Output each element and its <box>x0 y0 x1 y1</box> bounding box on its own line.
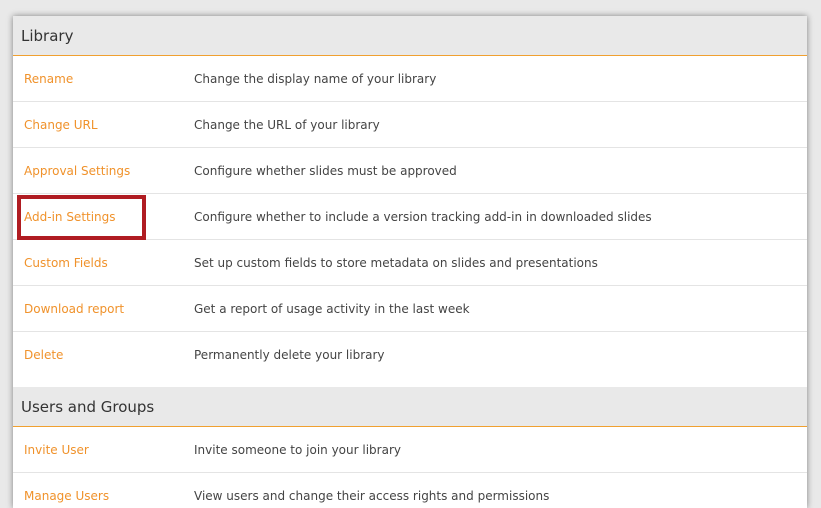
delete-description: Permanently delete your library <box>194 348 385 362</box>
settings-row-approval-settings: Approval Settings Configure whether slid… <box>13 148 807 194</box>
settings-row-manage-users: Manage Users View users and change their… <box>13 473 807 508</box>
section-header-library: Library <box>13 16 807 56</box>
delete-link[interactable]: Delete <box>13 348 194 362</box>
custom-fields-description: Set up custom fields to store metadata o… <box>194 255 598 270</box>
section-header-users-groups: Users and Groups <box>13 387 807 427</box>
section-title-library: Library <box>21 26 74 45</box>
section-title-users-groups: Users and Groups <box>21 397 155 416</box>
invite-user-description: Invite someone to join your library <box>194 442 401 457</box>
settings-row-rename: Rename Change the display name of your l… <box>13 56 807 102</box>
manage-users-link[interactable]: Manage Users <box>13 489 194 503</box>
screenshot-frame: Library Rename Change the display name o… <box>0 0 821 508</box>
download-report-description: Get a report of usage activity in the la… <box>194 301 470 316</box>
approval-settings-description: Configure whether slides must be approve… <box>194 163 457 178</box>
settings-row-invite-user: Invite User Invite someone to join your … <box>13 427 807 473</box>
download-report-link[interactable]: Download report <box>13 302 194 316</box>
rename-description: Change the display name of your library <box>194 71 437 86</box>
settings-row-change-url: Change URL Change the URL of your librar… <box>13 102 807 148</box>
settings-panel: Library Rename Change the display name o… <box>13 16 807 508</box>
approval-settings-link[interactable]: Approval Settings <box>13 164 194 178</box>
settings-row-add-in-settings: Add-in Settings Configure whether to inc… <box>13 194 807 240</box>
settings-row-download-report: Download report Get a report of usage ac… <box>13 286 807 332</box>
settings-row-custom-fields: Custom Fields Set up custom fields to st… <box>13 240 807 286</box>
change-url-description: Change the URL of your library <box>194 117 380 132</box>
custom-fields-link[interactable]: Custom Fields <box>13 256 194 270</box>
rename-link[interactable]: Rename <box>13 72 194 86</box>
change-url-link[interactable]: Change URL <box>13 118 194 132</box>
add-in-settings-link[interactable]: Add-in Settings <box>13 210 194 224</box>
invite-user-link[interactable]: Invite User <box>13 443 194 457</box>
settings-row-delete: Delete Permanently delete your library <box>13 332 807 378</box>
manage-users-description: View users and change their access right… <box>194 488 550 503</box>
add-in-settings-description: Configure whether to include a version t… <box>194 209 652 224</box>
